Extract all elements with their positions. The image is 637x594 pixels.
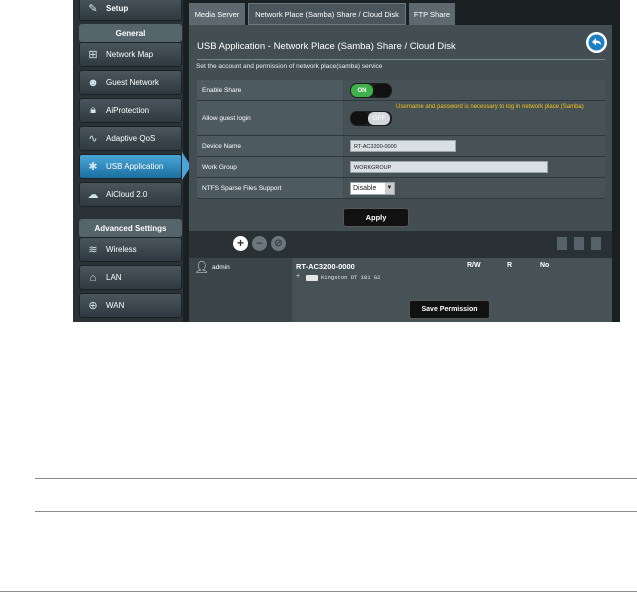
advanced-settings-heading: Advanced Settings [79,219,182,237]
sidebar-item-aicloud[interactable]: ☁ AiCloud 2.0 [79,182,182,207]
toggle-knob [351,112,369,125]
sidebar-item-label: Network Map [106,50,154,59]
puzzle-icon: ✱ [88,161,98,173]
chevron-down-icon: ▼ [385,183,394,194]
enable-share-toggle[interactable]: ON [350,83,392,98]
ntfs-cell: Disable ▼ [344,178,605,198]
router-admin-screenshot: ✎ Setup General ⊞ Network Map ☻ Guest Ne… [73,0,620,322]
remove-folder-icon[interactable] [574,237,584,250]
sidebar-item-lan[interactable]: ⌂ LAN [79,265,182,290]
divider-line [0,591,637,592]
sidebar: ✎ Setup General ⊞ Network Map ☻ Guest Ne… [73,0,183,322]
work-group-input[interactable]: WORKGROUP [350,161,548,173]
sidebar-item-aiprotection[interactable]: 🔒︎ AiProtection [79,98,182,123]
content-panel: USB Application - Network Place (Samba) … [189,25,612,322]
device-name-label: Device Name [197,136,343,156]
sidebar-item-label: Adaptive QoS [106,134,156,143]
sidebar-item-label: AiCloud 2.0 [106,190,148,199]
globe-icon: ⊕ [88,300,98,312]
enable-share-row: Enable Share ON [197,80,605,101]
settings-table: Enable Share ON Allow guest login OFF Us… [197,80,605,199]
enable-share-cell: ON [344,80,605,100]
general-heading: General [79,24,182,42]
guest-login-cell: OFF Username and password is necessary t… [344,101,605,135]
back-button[interactable] [586,32,607,53]
sidebar-item-label: WAN [106,301,125,310]
perm-header-rw: R/W [467,262,481,269]
device-name-cell: RT-AC3200-0000 [344,136,605,156]
page-description: Set the account and permission of networ… [196,63,383,70]
title-divider [197,59,605,60]
account-toolbar: + − ⊘ [189,231,612,258]
disk-row[interactable]: + Kingston DT 101 G2 [296,273,446,284]
toggle-on-label: ON [351,84,373,97]
account-list: 👤︎ admin [189,258,292,322]
rename-folder-icon[interactable] [591,237,601,250]
tab-samba-share[interactable]: Network Place (Samba) Share / Cloud Disk [248,3,406,25]
setup-button[interactable]: ✎ Setup [79,0,182,21]
work-group-label: Work Group [197,157,343,177]
user-icon: 👤︎ [194,260,210,274]
setup-label: Setup [106,4,129,13]
save-permission-button[interactable]: Save Permission [409,300,490,319]
page-title: USB Application - Network Place (Samba) … [197,41,456,52]
back-arrow-icon [588,34,605,51]
sidebar-item-adaptive-qos[interactable]: ∿ Adaptive QoS [79,126,182,151]
tab-ftp-share[interactable]: FTP Share [409,3,455,25]
add-folder-icon[interactable] [557,237,567,250]
perm-header-no: No [540,262,550,269]
guest-login-warning: Username and password is necessary to lo… [396,104,584,110]
cloud-icon: ☁ [87,189,99,201]
ntfs-label: NTFS Sparse Files Support [197,178,343,198]
guest-login-label: Allow guest login [197,101,343,135]
device-name-heading: RT-AC3200-0000 [296,262,355,271]
sidebar-item-guest-network[interactable]: ☻ Guest Network [79,70,182,95]
device-name-input[interactable]: RT-AC3200-0000 [350,140,456,152]
sidebar-item-label: AiProtection [106,106,150,115]
apply-button[interactable]: Apply [343,208,409,227]
perm-header-r: R [507,262,513,269]
lock-icon: 🔒︎ [90,104,96,116]
enable-share-label: Enable Share [197,80,343,100]
list-item[interactable]: 👤︎ admin [192,260,287,275]
account-username: admin [212,264,230,271]
toggle-off-label: OFF [368,112,390,125]
guest-login-toggle[interactable]: OFF [350,111,392,126]
device-name-row: Device Name RT-AC3200-0000 [197,136,605,157]
home-icon: ⌂ [89,271,97,284]
ntfs-row: NTFS Sparse Files Support Disable ▼ [197,178,605,199]
divider-line [35,478,637,479]
wifi-icon: ≋ [88,244,98,256]
expand-icon[interactable]: + [296,273,300,280]
sidebar-item-label: Guest Network [106,78,159,87]
network-map-icon: ⊞ [88,49,98,61]
divider-line [35,511,637,512]
toggle-knob [373,84,391,97]
work-group-row: Work Group WORKGROUP [197,157,605,178]
remove-account-icon[interactable]: − [252,236,267,251]
work-group-cell: WORKGROUP [344,157,605,177]
sidebar-item-label: LAN [106,273,122,282]
ntfs-select-value: Disable [353,185,377,192]
sidebar-item-label: Wireless [106,245,137,254]
sidebar-item-label: USB Application [106,162,164,171]
sidebar-item-network-map[interactable]: ⊞ Network Map [79,42,182,67]
edit-account-icon[interactable]: ⊘ [271,236,286,251]
add-account-icon[interactable]: + [233,236,248,251]
guest-login-row: Allow guest login OFF Username and passw… [197,101,605,136]
sidebar-item-usb-application[interactable]: ✱ USB Application [79,154,182,179]
qos-icon: ∿ [88,133,98,145]
sidebar-item-wireless[interactable]: ≋ Wireless [79,237,182,262]
setup-wand-icon: ✎ [88,3,98,15]
sidebar-item-wan[interactable]: ⊕ WAN [79,293,182,318]
guest-network-icon: ☻ [87,76,99,89]
disk-icon [306,275,318,281]
disk-label: Kingston DT 101 G2 [321,274,381,281]
tab-media-server[interactable]: Media Server [189,3,245,25]
ntfs-select[interactable]: Disable ▼ [350,182,395,195]
permission-pane: RT-AC3200-0000 R/W R No + Kingston DT 10… [293,258,612,322]
